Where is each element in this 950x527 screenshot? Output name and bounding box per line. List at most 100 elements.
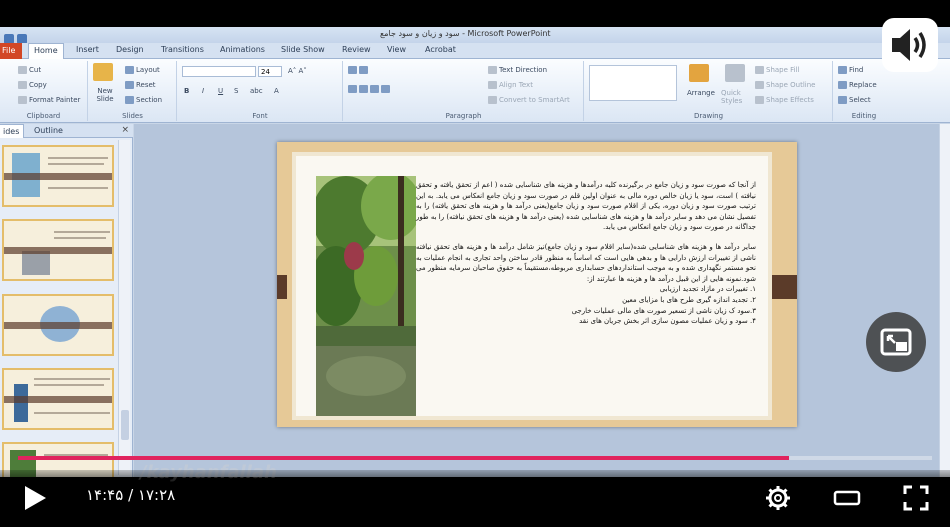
copy-icon: [18, 81, 27, 89]
clipboard-label: Clipboard: [26, 112, 61, 120]
ribbon: Cut Copy Format Painter Clipboard New Sl…: [0, 59, 950, 123]
grow-font-button[interactable]: A˄ A˅: [288, 67, 307, 75]
font-group: 24 A˄ A˅ B I U S abc A Font: [178, 61, 343, 121]
miniplayer-icon: [880, 328, 912, 356]
tab-design[interactable]: Design: [116, 45, 144, 54]
reset-button[interactable]: Reset: [125, 81, 156, 89]
quick-styles-button[interactable]: [725, 64, 747, 82]
tab-view[interactable]: View: [387, 45, 406, 54]
select-button[interactable]: Select: [838, 96, 871, 104]
binoculars-icon: [838, 66, 847, 74]
tab-slide-show[interactable]: Slide Show: [281, 45, 325, 54]
scroll-thumb[interactable]: [121, 410, 129, 440]
slides-group: New Slide Layout Reset Section Slides: [89, 61, 177, 121]
arrange-button[interactable]: [689, 64, 711, 82]
list-item: ۲. تجدید اندازه گیری طرح های با مزایای م…: [622, 295, 756, 304]
theater-icon: [833, 490, 861, 506]
quick-styles-label[interactable]: Quick Styles: [721, 89, 753, 105]
replace-button[interactable]: Replace: [838, 81, 877, 89]
window-title: سود و زیان و سود جامع - Microsoft PowerP…: [380, 29, 551, 38]
tab-slides[interactable]: ides: [0, 124, 25, 138]
list-item: ۴. سود و زیان عملیات مصون سازی اثر بخش ج…: [579, 317, 756, 326]
progress-bar[interactable]: [18, 456, 932, 460]
scissors-icon: [18, 66, 27, 74]
align-right-icon: [370, 85, 379, 93]
time-display: ۱۴:۴۵ / ۱۷:۲۸: [86, 486, 175, 504]
shape-outline-button[interactable]: Shape Outline: [755, 81, 815, 89]
editor-scrollbar[interactable]: [939, 124, 950, 477]
cursor-icon: [838, 96, 847, 104]
tab-acrobat[interactable]: Acrobat: [425, 45, 456, 54]
convert-smartart-button[interactable]: Convert to SmartArt: [488, 96, 570, 104]
shadow-button[interactable]: S: [234, 87, 238, 95]
slides-pane: ides Outline ×: [0, 124, 133, 477]
italic-button[interactable]: I: [202, 87, 204, 95]
quick-access-toolbar[interactable]: [4, 29, 64, 44]
quick-styles-icon: [725, 64, 745, 82]
text-direction-button[interactable]: Text Direction: [488, 66, 547, 74]
picture-in-picture-button[interactable]: [866, 312, 926, 372]
gear-icon: [766, 486, 790, 510]
slide-thumbnail[interactable]: [2, 145, 114, 207]
justify-icon: [381, 85, 390, 93]
find-button[interactable]: Find: [838, 66, 863, 74]
play-button[interactable]: [22, 484, 48, 512]
new-slide-icon: [93, 63, 113, 81]
shape-effects-button[interactable]: Shape Effects: [755, 96, 814, 104]
copy-button[interactable]: Copy: [18, 81, 47, 89]
current-slide[interactable]: از آنجا که صورت سود و زیان جامع در برگیر…: [277, 142, 797, 427]
arrange-label[interactable]: Arrange: [687, 89, 715, 97]
tab-home[interactable]: Home: [28, 43, 64, 59]
pen-icon: [755, 81, 764, 89]
new-slide-label[interactable]: New Slide: [91, 87, 119, 103]
shape-fill-button[interactable]: Shape Fill: [755, 66, 800, 74]
tab-transitions[interactable]: Transitions: [161, 45, 204, 54]
arrange-icon: [689, 64, 709, 82]
underline-button[interactable]: U: [218, 87, 223, 95]
tab-review[interactable]: Review: [342, 45, 371, 54]
total-time: ۱۷:۲۸: [137, 486, 176, 504]
theater-mode-button[interactable]: [832, 486, 862, 510]
paint-bucket-icon: [755, 66, 764, 74]
bold-button[interactable]: B: [184, 87, 189, 95]
fullscreen-button[interactable]: [902, 484, 930, 512]
title-bar: سود و زیان و سود جامع - Microsoft PowerP…: [0, 27, 950, 44]
layout-button[interactable]: Layout: [125, 66, 160, 74]
font-color-button[interactable]: A: [274, 87, 279, 95]
settings-button[interactable]: [764, 484, 792, 512]
tab-animations[interactable]: Animations: [220, 45, 265, 54]
tab-outline[interactable]: Outline: [34, 126, 63, 135]
font-size-box[interactable]: 24: [258, 66, 282, 77]
text-direction-icon: [488, 66, 497, 74]
clipboard-group: Cut Copy Format Painter Clipboard: [0, 61, 88, 121]
tab-file[interactable]: File: [0, 43, 22, 59]
paragraph-group: Text Direction Align Text Convert to Sma…: [344, 61, 584, 121]
list-item: ۱. تغییرات در مازاد تجدید ارزیابی: [659, 285, 756, 294]
mute-button[interactable]: [882, 18, 938, 72]
slide-paragraph: سایر درآمد ها و هزینه های شناسایی شده(سا…: [416, 242, 756, 283]
list-item: ۳.سود ک زیان ناشی از تسعیر صورت های مالی…: [571, 306, 756, 315]
editing-label: Editing: [851, 112, 877, 120]
font-name-box[interactable]: [182, 66, 256, 77]
strikethrough-button[interactable]: abc: [250, 87, 263, 95]
bullets-button[interactable]: [348, 66, 370, 74]
close-icon[interactable]: ×: [121, 125, 129, 135]
align-buttons[interactable]: [348, 85, 392, 93]
pane-scrollbar[interactable]: [118, 140, 130, 475]
new-slide-button[interactable]: [93, 63, 115, 81]
forest-river-photo: [316, 176, 416, 416]
slide-thumbnail[interactable]: [2, 294, 114, 356]
ribbon-tabs: File Home Insert Design Transitions Anim…: [0, 43, 950, 59]
align-text-button[interactable]: Align Text: [488, 81, 533, 89]
format-painter-button[interactable]: Format Painter: [18, 96, 80, 104]
slide-thumbnail[interactable]: [2, 219, 114, 281]
tab-insert[interactable]: Insert: [76, 45, 99, 54]
cut-button[interactable]: Cut: [18, 66, 41, 74]
slide-paragraph: از آنجا که صورت سود و زیان جامع در برگیر…: [416, 181, 756, 232]
slide-body-text[interactable]: از آنجا که صورت سود و زیان جامع در برگیر…: [416, 180, 756, 327]
reset-icon: [125, 81, 134, 89]
shapes-gallery[interactable]: [589, 65, 677, 101]
section-button[interactable]: Section: [125, 96, 162, 104]
pane-tabs: ides Outline ×: [0, 124, 133, 138]
slide-thumbnail[interactable]: [2, 368, 114, 430]
